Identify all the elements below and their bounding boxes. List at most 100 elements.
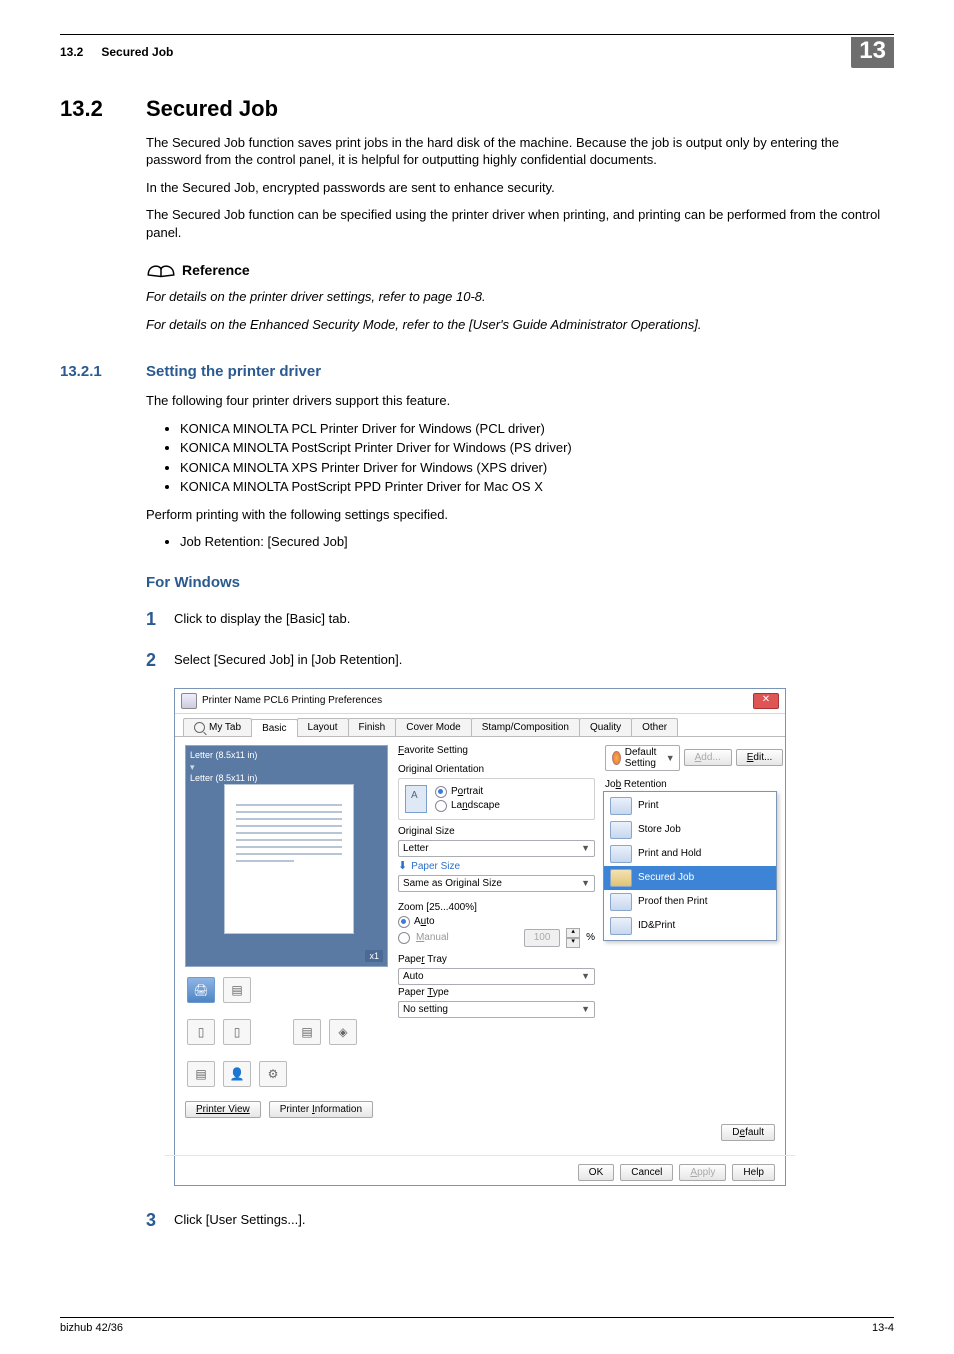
paper-tray-select[interactable]: Auto▼: [398, 968, 595, 985]
feature-icon[interactable]: ◈: [329, 1019, 357, 1045]
feature-icon[interactable]: ▯: [187, 1019, 215, 1045]
paper-tray-label: Paper Tray: [398, 954, 595, 965]
favorite-select[interactable]: Default Setting ▼: [605, 745, 680, 771]
feature-icon[interactable]: ▤: [223, 977, 251, 1003]
tab-basic[interactable]: Basic: [251, 719, 297, 737]
feature-icon[interactable]: ▤: [293, 1019, 321, 1045]
list-item: KONICA MINOLTA PostScript Printer Driver…: [180, 439, 894, 457]
copies-badge: x1: [365, 950, 383, 962]
step-text: Select [Secured Job] in [Job Retention].: [174, 648, 402, 672]
paper-size-label: ⬇Paper Size: [398, 859, 595, 872]
cancel-button[interactable]: Cancel: [620, 1164, 673, 1181]
paper-type-select[interactable]: No setting▼: [398, 1001, 595, 1018]
header-section-number: 13.2: [60, 45, 98, 59]
portrait-label: Portrait: [451, 786, 483, 797]
orientation-icon: [405, 785, 427, 813]
favorite-label: Favorite Setting: [398, 745, 468, 756]
help-button[interactable]: Help: [732, 1164, 775, 1181]
step-number: 3: [146, 1208, 174, 1232]
feature-icon[interactable]: ⚙: [259, 1061, 287, 1087]
tab-stamp[interactable]: Stamp/Composition: [471, 718, 580, 736]
dialog-titlebar: Printer Name PCL6 Printing Preferences ✕: [175, 689, 785, 714]
dialog-title: Printer Name PCL6 Printing Preferences: [202, 695, 382, 706]
zoom-auto-radio[interactable]: [398, 916, 410, 928]
lock-icon: [610, 869, 632, 887]
perform-line: Perform printing with the following sett…: [146, 506, 894, 524]
tab-cover-mode[interactable]: Cover Mode: [395, 718, 471, 736]
reference-label: Reference: [182, 261, 250, 280]
intro-p2: In the Secured Job, encrypted passwords …: [146, 179, 894, 197]
zoom-input[interactable]: 100: [524, 929, 560, 947]
paper-sheet-icon: [224, 784, 354, 934]
zoom-manual-label: Manual: [416, 932, 449, 943]
close-icon[interactable]: ✕: [753, 693, 779, 709]
step-text: Click to display the [Basic] tab.: [174, 607, 350, 631]
dropdown-item-store[interactable]: Store Job: [604, 818, 776, 842]
intro-p1: The Secured Job function saves print job…: [146, 134, 894, 169]
dropdown-item-idprint[interactable]: ID&Print: [604, 914, 776, 938]
original-size-select[interactable]: Letter▼: [398, 840, 595, 857]
printing-preferences-dialog: Printer Name PCL6 Printing Preferences ✕…: [174, 688, 786, 1186]
paper-size-select[interactable]: Same as Original Size▼: [398, 875, 595, 892]
printer-info-button[interactable]: Printer Information: [269, 1101, 373, 1118]
job-retention-dropdown: Print Store Job Print and Hold Secured J…: [603, 791, 777, 941]
feature-icons: 🖨 ▤ ▯ ▯ ▤ ◈ ▤ 👤 ⚙: [185, 967, 388, 1097]
feature-icon[interactable]: ▤: [187, 1061, 215, 1087]
step-number: 1: [146, 607, 174, 631]
book-icon: [146, 258, 176, 285]
job-retention-label: Job Retention: [605, 779, 775, 790]
printer-view-button[interactable]: Printer View: [185, 1101, 261, 1118]
zoom-manual-radio[interactable]: [398, 932, 410, 944]
intro-p3: The Secured Job function can be specifie…: [146, 206, 894, 241]
portrait-radio[interactable]: [435, 786, 447, 798]
paper-type-label: Paper Type: [398, 987, 595, 998]
landscape-radio[interactable]: [435, 800, 447, 812]
zoom-auto-label: Auto: [414, 916, 435, 927]
id-icon: [610, 917, 632, 935]
tab-quality[interactable]: Quality: [579, 718, 632, 736]
tab-finish[interactable]: Finish: [348, 718, 397, 736]
original-size-label: Original Size: [398, 826, 595, 837]
step-text: Click [User Settings...].: [174, 1208, 305, 1232]
gear-icon: [612, 751, 621, 765]
edit-button[interactable]: Edit...: [736, 749, 784, 766]
feature-icon[interactable]: 🖨: [187, 977, 215, 1003]
footer-model: bizhub 42/36: [60, 1322, 123, 1334]
reference-line2: For details on the Enhanced Security Mod…: [146, 316, 894, 334]
default-button[interactable]: Default: [721, 1124, 775, 1141]
chapter-badge: 13: [851, 37, 894, 68]
preview-size1: Letter (8.5x11 in): [190, 750, 383, 762]
dropdown-item-print-hold[interactable]: Print and Hold: [604, 842, 776, 866]
printer-icon: [181, 693, 197, 709]
step-number: 2: [146, 648, 174, 672]
tabs: My Tab Basic Layout Finish Cover Mode St…: [175, 714, 785, 737]
tab-my-tab[interactable]: My Tab: [183, 718, 252, 736]
header-section-title: Secured Job: [101, 45, 173, 59]
list-item: Job Retention: [Secured Job]: [180, 533, 894, 551]
favorite-value: Default Setting: [625, 747, 662, 769]
tab-layout[interactable]: Layout: [297, 718, 349, 736]
add-button[interactable]: Add...: [684, 749, 732, 766]
print-icon: [610, 797, 632, 815]
dropdown-item-proof[interactable]: Proof then Print: [604, 890, 776, 914]
ok-button[interactable]: OK: [578, 1164, 614, 1181]
feature-icon[interactable]: 👤: [223, 1061, 251, 1087]
footer-page: 13-4: [872, 1322, 894, 1334]
magnify-icon: [194, 722, 205, 733]
dropdown-item-secured[interactable]: Secured Job: [604, 866, 776, 890]
feature-icon[interactable]: ▯: [223, 1019, 251, 1045]
zoom-spinner[interactable]: ▴▾: [566, 928, 580, 948]
tab-other[interactable]: Other: [631, 718, 678, 736]
orientation-box: Portrait Landscape: [398, 778, 595, 820]
reference-line1: For details on the printer driver settin…: [146, 288, 894, 306]
h2-number: 13.2.1: [60, 363, 146, 380]
driver-list: KONICA MINOLTA PCL Printer Driver for Wi…: [146, 420, 894, 496]
driver-intro: The following four printer drivers suppo…: [146, 392, 894, 410]
proof-icon: [610, 893, 632, 911]
zoom-label: Zoom [25...400%]: [398, 902, 595, 913]
dropdown-item-print[interactable]: Print: [604, 794, 776, 818]
store-icon: [610, 821, 632, 839]
h1-title: Secured Job: [146, 96, 278, 122]
page-header: 13.2 Secured Job 13: [60, 37, 894, 68]
apply-button[interactable]: Apply: [679, 1164, 726, 1181]
